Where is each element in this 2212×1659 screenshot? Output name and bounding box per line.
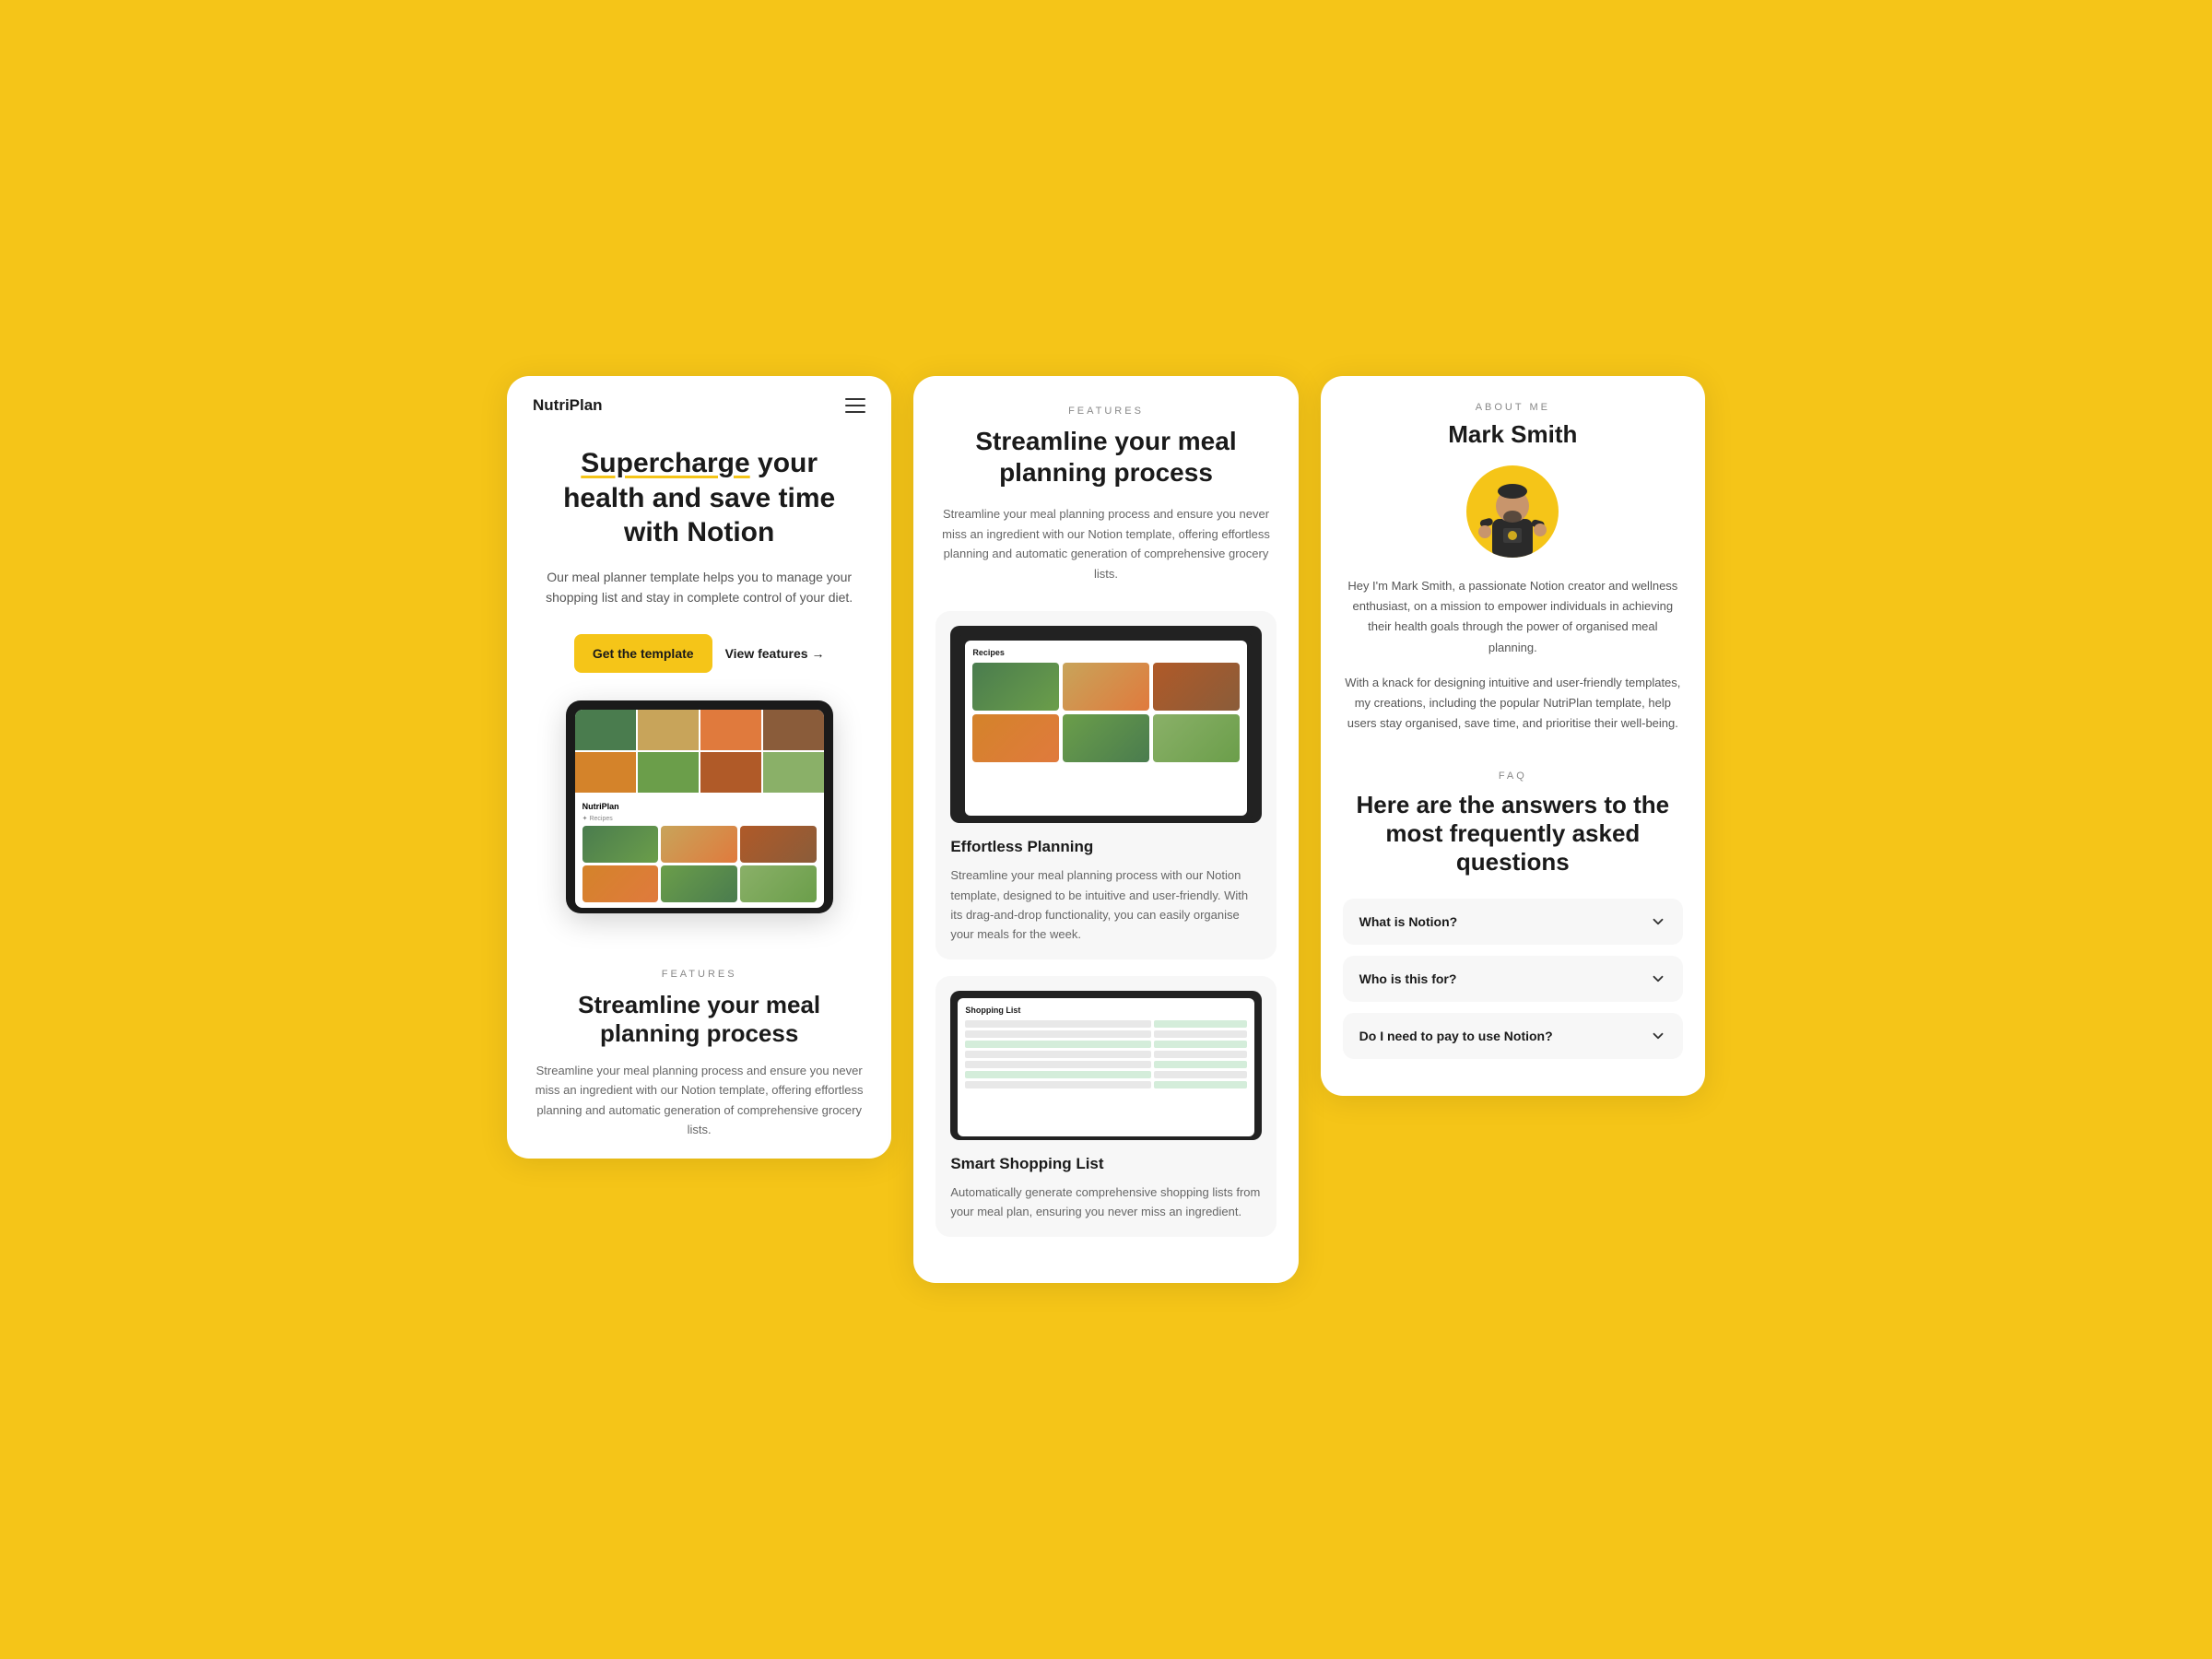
food-grid: [575, 710, 824, 793]
recipe-card-6: [740, 865, 817, 902]
about-text-2: With a knack for designing intuitive and…: [1343, 673, 1683, 734]
features-desc: Streamline your meal planning process an…: [533, 1061, 865, 1140]
card1-desc: Streamline your meal planning process wi…: [950, 865, 1261, 945]
recipe-img-1: [972, 663, 1059, 711]
recipe-card-2: [661, 826, 737, 863]
logo: NutriPlan: [533, 396, 603, 415]
hero-title: Supercharge yourhealth and save timewith…: [533, 446, 865, 550]
faq-title: Here are the answers to the most frequen…: [1343, 791, 1683, 877]
about-label: ABOUT ME: [1343, 402, 1683, 413]
about-name: Mark Smith: [1343, 420, 1683, 449]
chevron-down-icon-2: [1650, 971, 1666, 987]
app-ui: NutriPlan ✦ Recipes: [575, 796, 824, 908]
feature-card-1: Recipes Effortless Planning: [935, 611, 1276, 959]
faq-item-1[interactable]: What is Notion?: [1343, 899, 1683, 945]
food-cell-3: [700, 710, 761, 750]
tablet-hero-image: NutriPlan ✦ Recipes: [507, 700, 891, 941]
recipe-card-1: [582, 826, 659, 863]
feature-card-2: Shopping List: [935, 976, 1276, 1237]
hero-title-highlight: Supercharge: [581, 448, 749, 478]
recipe-img-6: [1153, 714, 1240, 762]
faq-question-2: Who is this for?: [1359, 971, 1457, 986]
faq-section: FAQ Here are the answers to the most fre…: [1343, 761, 1683, 1060]
food-cell-4: [763, 710, 824, 750]
s2-content: FEATURES Streamline your meal planning p…: [913, 376, 1298, 1283]
recipe-card-5: [661, 865, 737, 902]
features-title: Streamline your meal planning process: [533, 991, 865, 1048]
food-cell-8: [763, 752, 824, 793]
food-cell-5: [575, 752, 636, 793]
avatar: [1466, 465, 1559, 558]
s2-features-label: FEATURES: [935, 406, 1276, 417]
feature-card-2-image: Shopping List: [950, 991, 1261, 1140]
recipe-card-4: [582, 865, 659, 902]
recipe-card-3: [740, 826, 817, 863]
recipe-img-2: [1063, 663, 1149, 711]
about-text-1: Hey I'm Mark Smith, a passionate Notion …: [1343, 576, 1683, 657]
faq-question-1: What is Notion?: [1359, 914, 1458, 929]
recipes-screen-label: Recipes: [972, 648, 1239, 657]
features-label: FEATURES: [533, 969, 865, 980]
shopping-screen-label: Shopping List: [965, 1006, 1246, 1015]
menu-icon[interactable]: [845, 398, 865, 413]
header: NutriPlan: [507, 376, 891, 424]
tablet-device: NutriPlan ✦ Recipes: [566, 700, 833, 913]
screen-3: ABOUT ME Mark Smith: [1321, 376, 1705, 1096]
card2-desc: Automatically generate comprehensive sho…: [950, 1182, 1261, 1222]
s2-features-desc: Streamline your meal planning process an…: [935, 504, 1276, 583]
card2-title: Smart Shopping List: [950, 1155, 1261, 1173]
get-template-button[interactable]: Get the template: [574, 634, 712, 673]
shopping-list-rows: [965, 1020, 1246, 1088]
tablet-screen: NutriPlan ✦ Recipes: [575, 710, 824, 908]
recipe-img-3: [1153, 663, 1240, 711]
food-cell-6: [638, 752, 699, 793]
faq-label: FAQ: [1343, 771, 1683, 782]
avatar-illustration: [1476, 478, 1549, 558]
food-cell-2: [638, 710, 699, 750]
screen-1: NutriPlan Supercharge yourhealth and sav…: [507, 376, 891, 1158]
hero-buttons: Get the template View features →: [533, 634, 865, 673]
faq-question-3: Do I need to pay to use Notion?: [1359, 1029, 1553, 1043]
s3-content: ABOUT ME Mark Smith: [1321, 376, 1705, 1096]
chevron-down-icon-3: [1650, 1028, 1666, 1044]
hero-description: Our meal planner template helps you to m…: [533, 567, 865, 608]
hero-section: Supercharge yourhealth and save timewith…: [507, 424, 891, 672]
chevron-down-icon-1: [1650, 913, 1666, 930]
card1-title: Effortless Planning: [950, 838, 1261, 856]
about-section: ABOUT ME Mark Smith: [1343, 402, 1683, 734]
features-section: FEATURES Streamline your meal planning p…: [507, 941, 891, 1159]
recipe-img-4: [972, 714, 1059, 762]
recipe-img-5: [1063, 714, 1149, 762]
s2-features-title: Streamline your meal planning process: [935, 426, 1276, 488]
screen-2: FEATURES Streamline your meal planning p…: [913, 376, 1298, 1283]
food-cell-7: [700, 752, 761, 793]
food-cell-1: [575, 710, 636, 750]
view-features-button[interactable]: View features →: [725, 634, 825, 673]
screens-container: NutriPlan Supercharge yourhealth and sav…: [507, 376, 1705, 1283]
app-subtitle: ✦ Recipes: [582, 815, 817, 822]
recipe-grid: [582, 826, 817, 902]
feature-card-1-image: Recipes: [950, 626, 1261, 823]
app-title: NutriPlan: [582, 802, 817, 811]
faq-item-2[interactable]: Who is this for?: [1343, 956, 1683, 1002]
recipes-screen-grid: [972, 663, 1239, 762]
faq-item-3[interactable]: Do I need to pay to use Notion?: [1343, 1013, 1683, 1059]
